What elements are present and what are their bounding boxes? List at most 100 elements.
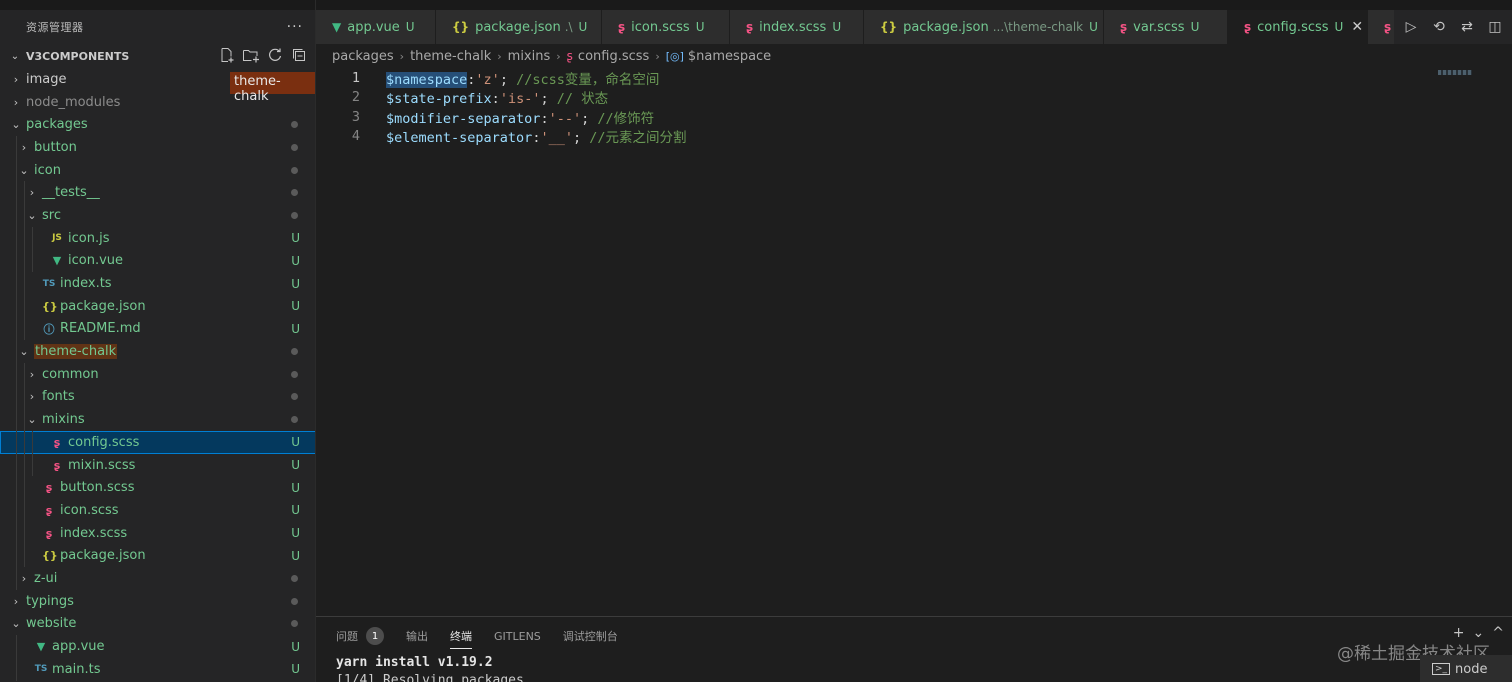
tree-file[interactable]: TS main.ts U xyxy=(0,657,315,681)
tree-file[interactable]: ʂ index.scss U xyxy=(0,521,315,545)
code-line[interactable]: 2 $state-prefix:'is-'; // 状态 xyxy=(316,88,1512,108)
indent-guide xyxy=(24,544,25,568)
editor-tab[interactable]: {} package.json ...\theme-chalk U xyxy=(864,10,1104,44)
string-literal: 'is-' xyxy=(499,91,541,108)
tree-item-label: z-ui xyxy=(34,570,58,586)
workspace-name: V3COMPONENTS xyxy=(26,49,130,63)
new-file-icon[interactable] xyxy=(218,46,236,64)
chevron-right-icon[interactable]: › xyxy=(10,595,22,608)
tree-folder[interactable]: ⌄ src xyxy=(0,204,315,227)
more-actions-icon[interactable]: ··· xyxy=(287,19,303,35)
breadcrumb-item[interactable]: $namespace xyxy=(688,49,771,64)
chevron-down-icon[interactable]: ⌄ xyxy=(26,413,38,426)
refresh-icon[interactable] xyxy=(266,46,284,64)
punctuation: ; xyxy=(540,91,557,108)
tree-file[interactable]: ʂ icon.scss U xyxy=(0,499,315,522)
panel-tab[interactable]: 终端 xyxy=(450,617,472,655)
chevron-right-icon[interactable]: › xyxy=(18,141,30,154)
tree-folder[interactable]: › common xyxy=(0,362,315,386)
git-status-badge: U xyxy=(1089,20,1098,34)
terminal-line: [1/4] Resolving packages... xyxy=(336,673,548,682)
tree-file[interactable]: ʂ mixin.scss U xyxy=(0,453,315,477)
chevron-right-icon[interactable]: › xyxy=(26,368,38,381)
git-status-badge: U xyxy=(291,276,300,291)
tree-folder[interactable]: ⌄ mixins xyxy=(0,408,315,431)
punctuation: ; xyxy=(499,71,517,88)
collapse-all-icon[interactable] xyxy=(290,46,308,64)
chevron-right-icon[interactable]: › xyxy=(10,96,22,109)
tree-file[interactable]: ʂ config.scss U xyxy=(0,431,315,454)
tree-folder[interactable]: ⌄ website xyxy=(0,613,315,636)
chevron-down-icon[interactable]: ⌄ xyxy=(18,345,30,358)
code-line[interactable]: 1 $namespace:'z'; //scss变量，命名空间 xyxy=(316,68,1512,88)
tree-folder[interactable]: ⌄ packages xyxy=(0,113,315,136)
chevron-down-icon[interactable]: ⌄ xyxy=(18,164,30,177)
code-editor[interactable]: 1 $namespace:'z'; //scss变量，命名空间 2 $state-pr… xyxy=(316,68,1512,616)
breadcrumb-item[interactable]: mixins xyxy=(508,49,551,64)
chevron-down-icon[interactable]: ⌄ xyxy=(0,51,24,62)
run-icon[interactable]: ▷ xyxy=(1402,19,1420,35)
close-icon[interactable]: ✕ xyxy=(1351,19,1363,35)
punctuation: ; xyxy=(581,110,598,127)
maximize-panel-icon[interactable]: ^ xyxy=(1492,625,1504,641)
tree-file[interactable]: ▼ icon.vue U xyxy=(0,249,315,273)
history-icon[interactable]: ⟲ xyxy=(1430,19,1448,35)
indent-guide xyxy=(16,158,17,182)
editor-tab[interactable]: ʂ index.scss U xyxy=(730,10,864,44)
chevron-right-icon[interactable]: › xyxy=(18,572,30,585)
new-folder-icon[interactable] xyxy=(242,46,260,64)
tree-folder[interactable]: › button xyxy=(0,136,315,159)
compare-changes-icon[interactable]: ⇄ xyxy=(1458,19,1476,35)
tree-file[interactable]: TS index.ts U xyxy=(0,272,315,295)
panel-tab[interactable]: GITLENS xyxy=(494,617,541,655)
tree-file[interactable]: {} package.json U xyxy=(0,544,315,568)
git-status-badge: U xyxy=(695,20,705,34)
tree-folder[interactable]: ⌄ icon xyxy=(0,158,315,182)
minimap[interactable] xyxy=(1438,70,1472,75)
tree-file[interactable]: JS icon.js U xyxy=(0,226,315,250)
terminal-output[interactable]: yarn install v1.19.2 [1/4] Resolving pac… xyxy=(316,655,1512,682)
chevron-right-icon[interactable]: › xyxy=(10,73,22,86)
terminal-line: yarn install v1.19.2 xyxy=(336,655,493,670)
editor-tab[interactable]: ʂ var.scss U xyxy=(1104,10,1228,44)
scss-file-icon: ʂ xyxy=(45,503,53,517)
indent-guide xyxy=(16,294,17,318)
workspace-section-header[interactable]: ⌄ V3COMPONENTS xyxy=(0,44,315,68)
code-line[interactable]: 3 $modifier-separator:'--'; //修饰符 xyxy=(316,107,1512,127)
panel-tab[interactable]: 问题 1 xyxy=(336,617,384,655)
tree-file[interactable]: ▼ app.vue U xyxy=(0,635,315,658)
json-file-icon: {} xyxy=(42,299,58,313)
code-line[interactable]: 4 $element-separator:'__'; //元素之间分割 xyxy=(316,127,1512,146)
chevron-down-icon[interactable]: ⌄ xyxy=(10,118,22,131)
chevron-right-icon[interactable]: › xyxy=(26,390,38,403)
chevron-right-icon[interactable]: › xyxy=(26,186,38,199)
editor-tab[interactable]: ʂ icon.scss U xyxy=(602,10,730,44)
breadcrumb-item[interactable]: config.scss xyxy=(578,49,649,64)
tree-folder[interactable]: › typings xyxy=(0,590,315,613)
split-editor-icon[interactable]: ◫ xyxy=(1486,19,1504,35)
tab-label: package.json xyxy=(475,19,561,35)
tree-file[interactable]: ʂ button.scss U xyxy=(0,476,315,500)
chevron-down-icon[interactable]: ⌄ xyxy=(26,209,38,222)
tree-folder[interactable]: › __tests__ xyxy=(0,181,315,205)
tree-folder[interactable]: › z-ui xyxy=(0,567,315,590)
vue-file-icon: ▼ xyxy=(36,640,46,654)
chevron-down-icon[interactable]: ⌄ xyxy=(10,617,22,630)
tree-file[interactable]: {} package.json U xyxy=(0,294,315,318)
panel-tab[interactable]: 输出 xyxy=(406,617,428,655)
breadcrumb-item[interactable]: packages xyxy=(332,49,394,64)
tree-folder[interactable]: ⌄ theme-chalk xyxy=(0,340,315,363)
indent-guide xyxy=(24,294,25,318)
panel-tab[interactable]: 调试控制台 xyxy=(563,617,618,655)
scss-file-icon: ʂ xyxy=(1244,20,1252,34)
editor-tab[interactable]: ▼ app.vue U xyxy=(316,10,436,44)
terminal-instance-node[interactable]: >_ node xyxy=(1420,655,1512,682)
ts-file-icon: TS xyxy=(34,664,48,675)
git-status-badge: U xyxy=(291,321,300,336)
breadcrumb-item[interactable]: theme-chalk xyxy=(410,49,491,64)
indent-guide xyxy=(24,204,25,227)
tree-file[interactable]: ⓘ README.md U xyxy=(0,317,315,341)
editor-tab[interactable]: {} package.json .\ U xyxy=(436,10,602,44)
tree-folder[interactable]: › fonts xyxy=(0,385,315,409)
editor-tab[interactable]: ʂ config.scss U ✕ xyxy=(1228,10,1368,44)
